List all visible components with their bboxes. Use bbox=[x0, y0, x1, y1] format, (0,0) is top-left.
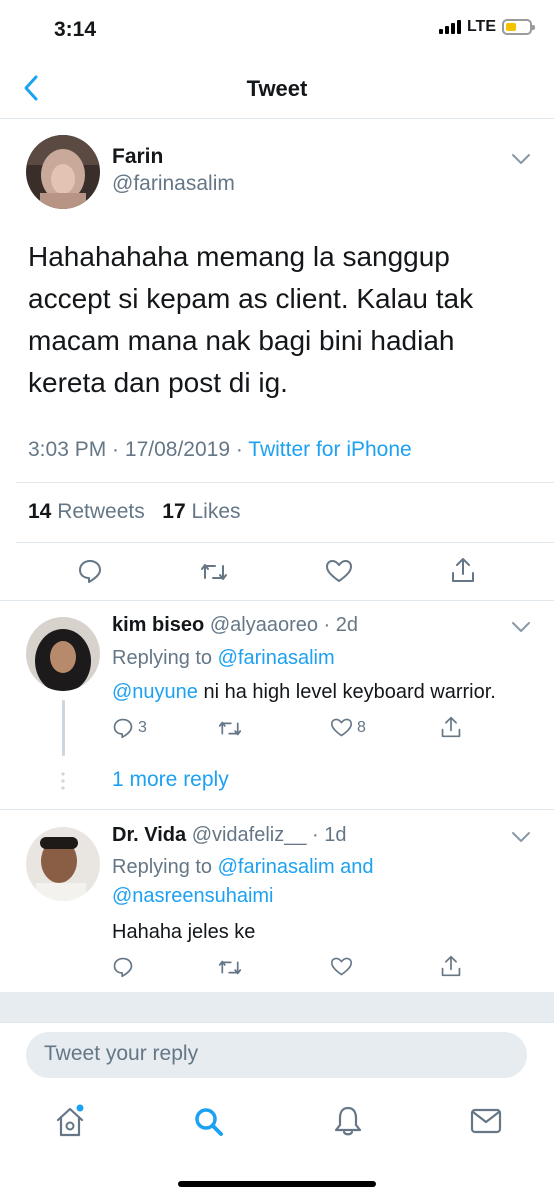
thread-line bbox=[62, 700, 65, 756]
tweet-text: Hahahahaha memang la sanggup accept si k… bbox=[28, 241, 474, 398]
replying-to-link[interactable]: @farinasalim and bbox=[218, 856, 374, 878]
page-title: Tweet bbox=[246, 76, 308, 101]
bell-icon bbox=[334, 1106, 362, 1136]
reply-icon bbox=[113, 957, 133, 978]
author-avatar-image bbox=[26, 135, 100, 209]
reply-author-handle[interactable]: @vidafeliz__ bbox=[192, 824, 307, 846]
reply-1-retweet-button[interactable] bbox=[218, 718, 242, 739]
likes-count: 17 bbox=[162, 500, 186, 523]
tab-messages[interactable] bbox=[470, 1108, 502, 1134]
reply-1-like-button[interactable]: 8 bbox=[330, 717, 366, 738]
share-icon bbox=[452, 558, 474, 582]
reply-icon bbox=[79, 560, 101, 583]
reply-header: kim biseo @alyaaoreo · 2d bbox=[112, 614, 359, 636]
retweet-icon bbox=[201, 564, 227, 580]
reply-2-reply-button[interactable] bbox=[112, 956, 134, 978]
list-end-spacer bbox=[0, 992, 554, 1022]
home-icon bbox=[56, 1104, 84, 1137]
reply-input[interactable]: Tweet your reply bbox=[26, 1032, 527, 1078]
status-indicators: LTE bbox=[438, 18, 535, 36]
tweet-time: 3:03 PM bbox=[28, 438, 107, 461]
tweet-stats: 14 Retweets 17 Likes bbox=[28, 500, 241, 524]
mention-link[interactable]: @nuyune bbox=[112, 681, 198, 703]
chevron-down-icon bbox=[512, 622, 530, 632]
heart-icon bbox=[326, 560, 352, 582]
tweet-options-button[interactable] bbox=[510, 152, 532, 171]
composer-divider bbox=[0, 1022, 554, 1023]
like-count: 8 bbox=[357, 718, 366, 736]
replying-to-label: Replying to bbox=[112, 647, 213, 669]
chevron-down-icon bbox=[512, 154, 530, 164]
reply-text: Hahaha jeles ke bbox=[112, 921, 256, 943]
meta-divider bbox=[16, 482, 554, 483]
reply-options-button[interactable] bbox=[510, 620, 532, 639]
reply-icon bbox=[113, 718, 133, 739]
tweet-meta: 3:03 PM · 17/08/2019 · Twitter for iPhon… bbox=[28, 438, 412, 461]
share-icon bbox=[441, 955, 461, 977]
nav-divider bbox=[0, 118, 554, 119]
likes-stat[interactable]: 17 Likes bbox=[162, 500, 240, 523]
reply-avatar-image bbox=[26, 827, 100, 901]
tab-home[interactable] bbox=[55, 1104, 87, 1138]
reply-2-like-button[interactable] bbox=[330, 956, 353, 977]
retweet-button[interactable] bbox=[200, 560, 228, 584]
reply-button[interactable] bbox=[77, 558, 103, 584]
reply-author-name[interactable]: kim biseo bbox=[112, 614, 204, 636]
envelope-icon bbox=[470, 1108, 502, 1134]
more-replies-link[interactable]: 1 more reply bbox=[112, 768, 229, 792]
search-icon bbox=[195, 1108, 223, 1136]
author-handle[interactable]: @farinasalim bbox=[112, 172, 235, 196]
thread-dots bbox=[61, 772, 65, 790]
battery-icon bbox=[502, 19, 535, 35]
retweets-count: 14 bbox=[28, 500, 52, 523]
chevron-down-icon bbox=[512, 832, 530, 842]
replying-to-link-2[interactable]: @nasreensuhaimi bbox=[112, 881, 274, 911]
reply-avatar-image bbox=[26, 617, 100, 691]
reply-avatar[interactable] bbox=[26, 617, 100, 691]
reply-age: 2d bbox=[335, 614, 359, 636]
heart-icon bbox=[331, 957, 352, 976]
stats-divider bbox=[16, 542, 554, 543]
tab-search[interactable] bbox=[193, 1106, 225, 1138]
tweet-divider bbox=[0, 600, 554, 601]
reply-text-body: ni ha high level keyboard warrior. bbox=[197, 681, 496, 703]
signal-icon bbox=[438, 20, 461, 34]
author-name[interactable]: Farin bbox=[112, 145, 163, 169]
tweet-source-link[interactable]: Twitter for iPhone bbox=[248, 438, 411, 461]
reply-author-handle[interactable]: @alyaaoreo bbox=[210, 614, 318, 636]
replying-to-link[interactable]: @farinasalim bbox=[218, 647, 335, 669]
avatar[interactable] bbox=[26, 135, 100, 209]
tab-notifications[interactable] bbox=[333, 1105, 363, 1137]
retweet-icon bbox=[218, 721, 242, 736]
home-indicator bbox=[178, 1181, 376, 1187]
reply-1-reply-button[interactable]: 3 bbox=[112, 717, 147, 739]
replying-to: Replying to @farinasalim bbox=[112, 643, 335, 673]
likes-label: Likes bbox=[191, 500, 241, 523]
tweet-date: 17/08/2019 bbox=[124, 438, 230, 461]
reply-count: 3 bbox=[138, 719, 147, 736]
reply-2-share-button[interactable] bbox=[440, 954, 462, 978]
reply-divider bbox=[0, 809, 554, 810]
reply-author-name[interactable]: Dr. Vida bbox=[112, 824, 186, 846]
share-icon bbox=[441, 716, 461, 738]
reply-options-button[interactable] bbox=[510, 830, 532, 849]
replying-to-label: Replying to bbox=[112, 856, 213, 878]
retweets-stat[interactable]: 14 Retweets bbox=[28, 500, 145, 523]
network-label: LTE bbox=[466, 18, 496, 35]
heart-icon bbox=[331, 718, 352, 737]
reply-age: 1d bbox=[324, 824, 347, 846]
reply-text: @nuyune ni ha high level keyboard warrio… bbox=[112, 677, 496, 707]
reply-avatar[interactable] bbox=[26, 827, 100, 901]
share-button[interactable] bbox=[450, 556, 476, 584]
like-button[interactable] bbox=[325, 558, 353, 584]
retweets-label: Retweets bbox=[57, 500, 145, 523]
reply-2-retweet-button[interactable] bbox=[218, 957, 242, 978]
reply-header: Dr. Vida @vidafeliz__ · 1d bbox=[112, 824, 347, 846]
retweet-icon bbox=[218, 960, 242, 975]
status-time: 3:14 bbox=[54, 18, 97, 41]
replying-to: Replying to @farinasalim and bbox=[112, 852, 374, 882]
reply-1-share-button[interactable] bbox=[440, 715, 462, 739]
